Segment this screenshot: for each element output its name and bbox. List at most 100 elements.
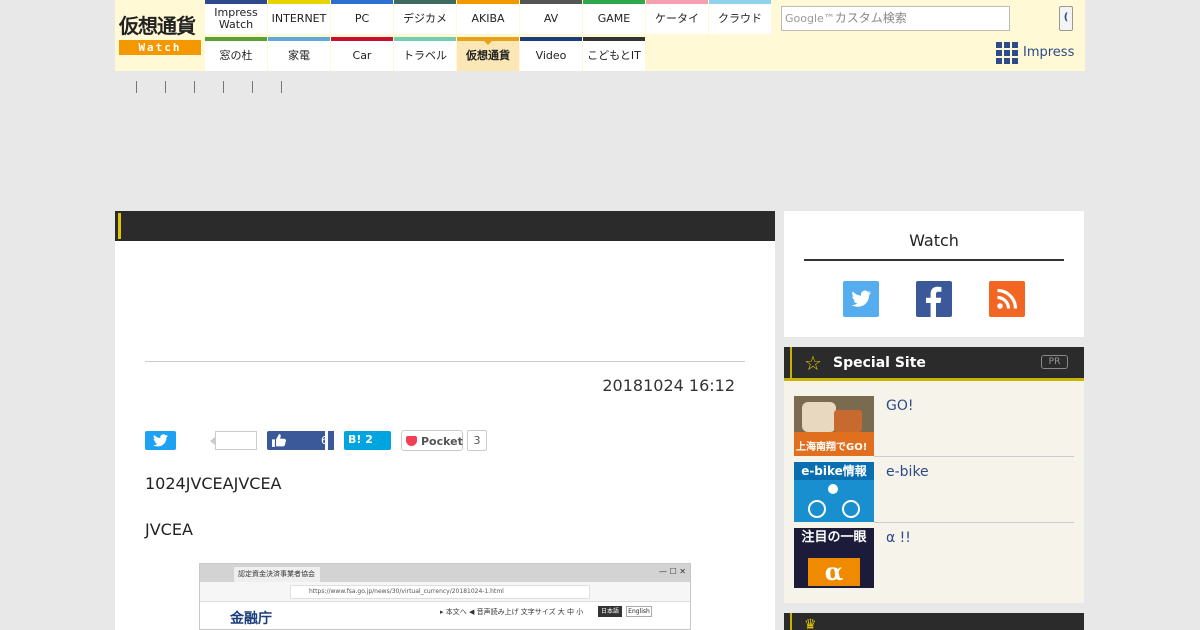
nav-item[interactable]: 仮想通貨 xyxy=(457,37,519,71)
pocket-icon xyxy=(406,436,417,446)
nav-item[interactable]: トラベル xyxy=(394,37,456,71)
breadcrumb-separator xyxy=(252,81,281,93)
browser-tabbar: 認定資金決済事業者協会 — ☐ ✕ xyxy=(200,564,690,582)
breadcrumb xyxy=(136,79,310,95)
breadcrumb-separator xyxy=(136,81,165,93)
special-site-item[interactable]: e-bike情報 e-bike xyxy=(794,462,1074,523)
breadcrumb-separator xyxy=(194,81,223,93)
item-separator xyxy=(874,522,1074,523)
article-main: 20181024 16:12 6 B! 2 Pocket 3 1024JVCEA… xyxy=(115,211,775,630)
browser-tab: 認定資金決済事業者協会 xyxy=(234,567,320,582)
nav-item[interactable]: GAME xyxy=(583,0,645,34)
special-site-title: Special Site xyxy=(833,355,926,371)
fsa-logo: 金融庁 xyxy=(230,611,272,627)
search-input[interactable]: Google™カスタム検索 xyxy=(781,6,1010,31)
special-site-thumbnail: e-bike情報 xyxy=(794,462,874,522)
fsa-lang-en: English xyxy=(626,606,652,617)
twitter-follow-button[interactable] xyxy=(843,281,879,317)
google-logo: Google™ xyxy=(785,12,835,25)
special-site-item[interactable]: 上海南翔でGO! GO! xyxy=(794,396,1074,457)
nav-item[interactable]: Impress Watch xyxy=(205,0,267,34)
nav-item[interactable]: 窓の杜 xyxy=(205,37,267,71)
special-accent xyxy=(790,347,792,378)
crown-icon: ♛ xyxy=(804,617,817,630)
special-site-label: α !! xyxy=(886,530,911,546)
article-paragraph: 1024JVCEAJVCEA xyxy=(145,474,282,493)
fsa-nav: ▸ 本文へ ◀ 音声読み上げ 文字サイズ 大 中 小 xyxy=(440,608,584,616)
pocket-count: 3 xyxy=(467,430,487,451)
nav-item[interactable]: デジカメ xyxy=(394,0,456,34)
browser-page: 金融庁 ▸ 本文へ ◀ 音声読み上げ 文字サイズ 大 中 小 日本語 Engli… xyxy=(200,602,690,629)
search-button[interactable]: ( xyxy=(1059,6,1073,31)
article-date: 20181024 16:12 xyxy=(602,376,735,395)
hatena-count: 2 xyxy=(365,433,373,446)
nav-item[interactable]: クラウド xyxy=(709,0,771,34)
twitter-icon xyxy=(851,290,871,307)
active-indicator xyxy=(483,40,493,45)
thumbnail-text: 上海南翔でGO! xyxy=(796,442,868,453)
facebook-share-button[interactable] xyxy=(325,431,334,450)
rss-follow-button[interactable] xyxy=(989,281,1025,317)
thumbnail-text: e-bike情報 xyxy=(794,462,874,480)
logo-top-text: 仮想通貨 xyxy=(119,14,196,38)
impress-label: Impress xyxy=(1023,45,1075,60)
special-site-thumbnail: 注目の一眼 α xyxy=(794,528,874,588)
nav-item[interactable]: AKIBA xyxy=(457,0,519,34)
share-buttons: 6 B! 2 Pocket 3 xyxy=(145,430,525,452)
nav-item[interactable]: 家電 xyxy=(268,37,330,71)
special-site-item[interactable]: 注目の一眼 α α !! xyxy=(794,528,1074,588)
nav-item[interactable]: AV xyxy=(520,0,582,34)
site-nav: Impress Watch INTERNET PC デジカメ AKIBA AV GAME ケー… xyxy=(205,0,771,71)
breadcrumb-separator xyxy=(165,81,194,93)
special-site-box: ☆ Special Site PR 上海南翔でGO! GO! e-bike情報 … xyxy=(784,347,1084,603)
article-paragraph: JVCEA xyxy=(145,520,193,539)
nav-item[interactable]: こどもとIT xyxy=(583,37,645,71)
thumbs-up-icon xyxy=(272,434,286,447)
logo-bottom-text: Watch xyxy=(119,40,201,55)
special-site-label: e-bike xyxy=(886,464,929,480)
hatena-bookmark-button[interactable]: B! 2 xyxy=(344,431,391,450)
watch-title: Watch xyxy=(909,231,959,250)
site-logo[interactable]: 仮想通貨 Watch xyxy=(119,12,201,56)
site-header: 仮想通貨 Watch Impress Watch INTERNET PC デジカメ AK… xyxy=(0,0,1200,71)
browser-url: https://www.fsa.go.jp/news/30/virtual_cu… xyxy=(290,585,590,599)
thumbnail-alpha: α xyxy=(808,558,860,586)
search-placeholder: カスタム検索 xyxy=(834,11,907,25)
article-divider xyxy=(145,361,745,362)
nav-item[interactable]: Car xyxy=(331,37,393,71)
twitter-share-count xyxy=(210,431,257,450)
article-screenshot-figure[interactable]: 認定資金決済事業者協会 — ☐ ✕ https://www.fsa.go.jp/… xyxy=(199,563,691,630)
header-inner: 仮想通貨 Watch Impress Watch INTERNET PC デジカメ AK… xyxy=(115,0,1085,71)
rss-icon xyxy=(997,288,1018,309)
pocket-button[interactable]: Pocket xyxy=(401,430,463,451)
thumbnail-text: 注目の一眼 xyxy=(801,530,867,545)
facebook-like-button[interactable]: 6 xyxy=(267,431,334,450)
special-site-label: GO! xyxy=(886,398,914,414)
ranking-header: ♛ xyxy=(784,613,1084,630)
impress-link[interactable]: Impress xyxy=(996,42,1076,66)
watch-follow-box: Watch xyxy=(784,211,1084,337)
nav-item[interactable]: PC xyxy=(331,0,393,34)
article-title-bar xyxy=(115,211,775,241)
browser-urlbar: https://www.fsa.go.jp/news/30/virtual_cu… xyxy=(200,582,690,602)
window-buttons: — ☐ ✕ xyxy=(659,567,686,576)
title-accent xyxy=(118,213,121,239)
breadcrumb-separator xyxy=(223,81,252,93)
twitter-icon xyxy=(153,434,168,447)
star-icon: ☆ xyxy=(804,351,822,375)
nav-item[interactable]: ケータイ xyxy=(646,0,708,34)
hatena-label: B! xyxy=(348,433,362,446)
special-site-header: ☆ Special Site PR xyxy=(784,347,1084,381)
fsa-lang-ja: 日本語 xyxy=(598,606,622,617)
twitter-share-button[interactable] xyxy=(145,431,176,450)
facebook-follow-button[interactable] xyxy=(916,281,952,317)
breadcrumb-separator xyxy=(281,81,310,93)
nav-item[interactable]: Video xyxy=(520,37,582,71)
item-separator xyxy=(874,456,1074,457)
impress-grid-icon xyxy=(996,42,1018,64)
pocket-label: Pocket xyxy=(421,435,463,448)
facebook-icon xyxy=(926,286,942,317)
nav-item[interactable]: INTERNET xyxy=(268,0,330,34)
special-site-thumbnail: 上海南翔でGO! xyxy=(794,396,874,456)
watch-title-underline xyxy=(804,259,1064,261)
